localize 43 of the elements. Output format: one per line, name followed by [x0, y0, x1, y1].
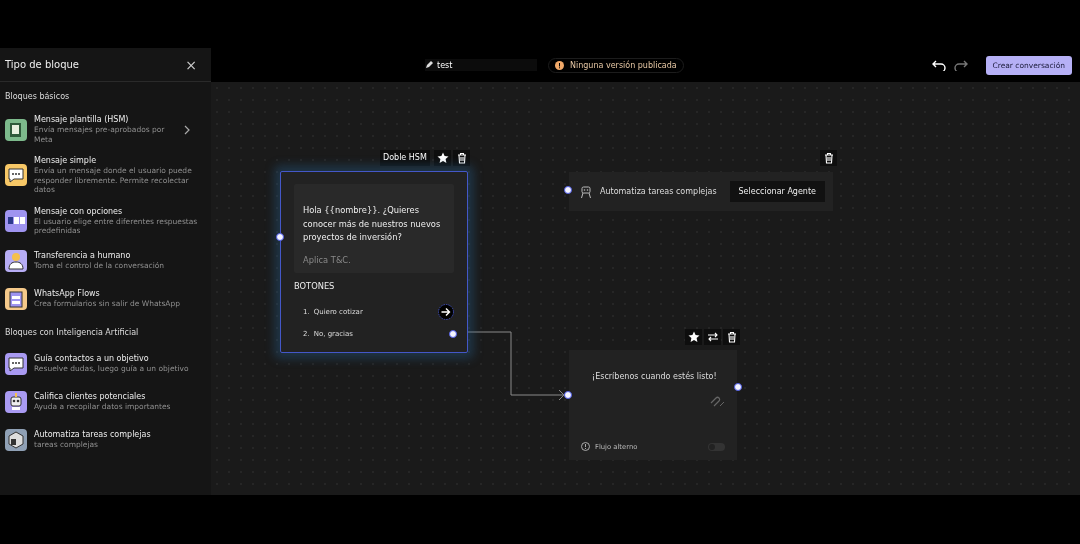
section-heading: BOTONES — [294, 280, 336, 291]
flow-name-field[interactable]: test — [425, 59, 537, 71]
delete-icon[interactable] — [453, 150, 470, 166]
block-title[interactable]: Mensaje plantilla (HSM) — [34, 115, 177, 125]
message-text: ¡Escríbenos cuando estés listo! — [592, 372, 718, 381]
block-title[interactable]: Mensaje simple — [34, 156, 206, 166]
delete-icon[interactable] — [820, 150, 837, 166]
flow-name: test — [437, 60, 453, 70]
message-footer: Aplica T&C. — [303, 254, 445, 265]
swap-icon[interactable] — [704, 329, 721, 345]
status-text: Ninguna versión publicada — [570, 60, 677, 70]
connection-port[interactable] — [564, 186, 572, 194]
robot-icon — [579, 184, 593, 199]
agent-node[interactable]: Automatiza tareas complejas Seleccionar Agente — [569, 172, 833, 211]
star-icon[interactable] — [434, 150, 451, 166]
message-text: Hola {{nombre}}. ¿Quieres conocer más de nuestros nuevos proyectos de inversión? — [303, 204, 442, 244]
connection-port[interactable] — [734, 383, 742, 391]
block-title[interactable]: Mensaje con opciones — [34, 206, 206, 217]
block-title[interactable]: Transferencia a humano — [34, 250, 206, 261]
section-heading: Bloques básicos — [4, 91, 71, 103]
attachment-icon — [709, 395, 725, 407]
star-icon[interactable] — [685, 329, 702, 345]
block-title[interactable]: Califica clientes potenciales — [34, 391, 206, 402]
section-heading: Bloques con Inteligencia Artificial — [4, 326, 140, 339]
block-title[interactable]: Guía contactos a un objetivo — [34, 353, 206, 364]
pencil-icon — [425, 61, 433, 69]
panel-title: Tipo de bloque — [5, 59, 79, 70]
connection-port[interactable] — [564, 391, 572, 399]
redo-icon[interactable] — [953, 59, 968, 71]
block-title[interactable]: Automatiza tareas complejas — [34, 429, 206, 440]
arrow-right-icon[interactable] — [438, 303, 454, 320]
block-title[interactable]: WhatsApp Flows — [34, 288, 206, 299]
chevron-right-icon[interactable] — [184, 124, 190, 135]
agent-label: Automatiza tareas complejas — [600, 187, 718, 196]
undo-icon[interactable] — [931, 59, 946, 71]
connection-port[interactable] — [449, 329, 457, 338]
select-agent-button[interactable]: Seleccionar Agente — [729, 181, 825, 202]
warning-icon — [555, 60, 564, 70]
delete-icon[interactable] — [723, 329, 740, 345]
close-button[interactable]: × — [185, 56, 197, 73]
info-icon — [581, 442, 590, 451]
node-label: Doble HSM — [380, 150, 430, 166]
connection-port[interactable] — [276, 233, 284, 241]
